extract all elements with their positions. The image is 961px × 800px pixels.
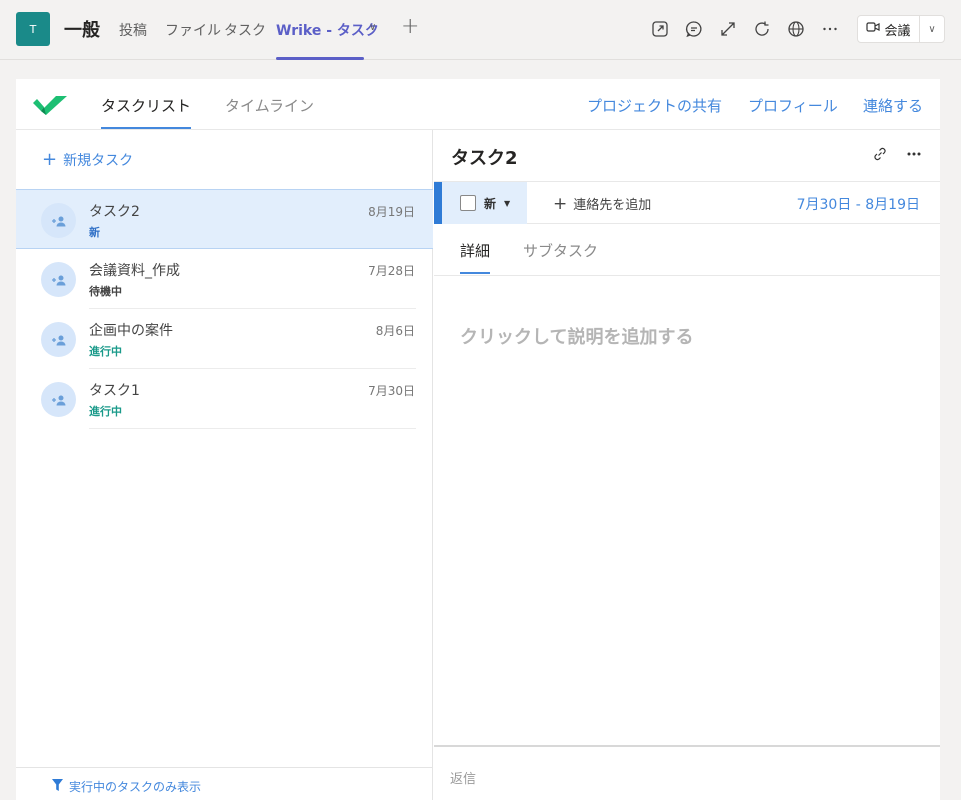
- teams-header: T 一般 投稿 ファイル タスク Wrike - タスク ∨ + 会議 ∨: [0, 0, 961, 60]
- task-date: 8月19日: [368, 205, 415, 219]
- status-accent: [434, 182, 442, 224]
- task-list-panel: + 新規タスク タスク2 8月19日 新 会議資料_作成 7月28日 待機中 企…: [16, 130, 433, 800]
- active-tab-indicator: [101, 127, 191, 129]
- channel-title: 一般: [64, 20, 100, 41]
- new-task-button[interactable]: + 新規タスク: [42, 150, 133, 170]
- filter-icon: [52, 778, 63, 795]
- status-label: 新: [484, 196, 497, 211]
- tab-tasks[interactable]: タスク: [224, 20, 266, 40]
- filter-active-tasks-button[interactable]: 実行中のタスクのみ表示: [52, 778, 201, 795]
- assign-user-icon[interactable]: [41, 322, 76, 357]
- task-row[interactable]: タスク2 8月19日 新: [16, 189, 433, 249]
- task-date: 8月6日: [375, 324, 415, 338]
- globe-icon[interactable]: [786, 19, 806, 39]
- assign-user-icon[interactable]: [41, 382, 76, 417]
- task-status-bar: 新 ▼ + 連絡先を追加 7月30日 - 8月19日: [434, 181, 940, 224]
- meet-label: 会議: [884, 23, 911, 39]
- tabs-divider: [434, 275, 940, 276]
- wrike-app: タスクリスト タイムライン プロジェクトの共有 プロフィール 連絡する + 新規…: [16, 79, 940, 800]
- plus-icon: +: [42, 149, 58, 170]
- status-dropdown[interactable]: 新 ▼: [442, 182, 527, 224]
- task-row[interactable]: タスク1 7月30日 進行中: [16, 369, 433, 429]
- tab-subtasks[interactable]: サブタスク: [523, 240, 598, 261]
- task-status: 待機中: [89, 285, 122, 298]
- detail-title[interactable]: タスク2: [451, 144, 518, 170]
- reply-input[interactable]: 返信: [450, 768, 476, 787]
- popout-icon[interactable]: [650, 19, 670, 39]
- meet-button[interactable]: 会議 ∨: [857, 15, 945, 43]
- task-status: 進行中: [89, 345, 122, 358]
- team-avatar-letter: T: [29, 22, 37, 36]
- active-tab-indicator: [276, 57, 364, 60]
- description-field[interactable]: クリックして説明を追加する: [460, 323, 693, 349]
- tab-timeline[interactable]: タイムライン: [225, 95, 314, 116]
- chat-icon[interactable]: [684, 19, 704, 39]
- footer-divider: [16, 767, 433, 768]
- filter-label: 実行中のタスクのみ表示: [69, 780, 202, 794]
- task-detail-panel: タスク2 新 ▼ + 連絡先を追加 7月30日 - 8月19日 詳細 サブタスク…: [434, 130, 940, 800]
- task-title: 会議資料_作成: [89, 263, 180, 279]
- task-title: タスク2: [89, 204, 140, 220]
- row-divider: [89, 428, 416, 429]
- add-contact-button[interactable]: + 連絡先を追加: [553, 194, 651, 213]
- new-task-label: 新規タスク: [63, 153, 134, 169]
- profile-link[interactable]: プロフィール: [748, 95, 838, 116]
- expand-icon[interactable]: [718, 19, 738, 39]
- tab-task-list[interactable]: タスクリスト: [101, 95, 191, 116]
- reply-divider: [434, 745, 940, 747]
- active-tab-indicator: [460, 272, 490, 274]
- assign-user-icon[interactable]: [41, 262, 76, 297]
- tab-details[interactable]: 詳細: [460, 240, 490, 261]
- date-range[interactable]: 7月30日 - 8月19日: [797, 194, 920, 214]
- tab-files[interactable]: ファイル: [165, 20, 221, 40]
- add-contact-label: 連絡先を追加: [573, 198, 652, 213]
- refresh-icon[interactable]: [752, 19, 772, 39]
- more-options-icon[interactable]: [906, 146, 922, 162]
- link-icon[interactable]: [872, 146, 888, 162]
- contact-link[interactable]: 連絡する: [863, 95, 923, 116]
- assign-user-icon[interactable]: [41, 203, 76, 238]
- chevron-down-icon[interactable]: ∨: [369, 22, 376, 33]
- more-options-icon[interactable]: [820, 19, 840, 39]
- task-status: 進行中: [89, 405, 122, 418]
- video-camera-icon: [866, 21, 881, 37]
- task-date: 7月30日: [368, 384, 415, 398]
- task-title: 企画中の案件: [89, 323, 173, 339]
- plus-icon: +: [553, 193, 568, 214]
- meet-dropdown-chevron-icon[interactable]: ∨: [920, 24, 944, 35]
- add-tab-icon[interactable]: +: [401, 14, 419, 39]
- task-row[interactable]: 会議資料_作成 7月28日 待機中: [16, 249, 433, 309]
- app-toolbar: タスクリスト タイムライン プロジェクトの共有 プロフィール 連絡する: [16, 79, 940, 130]
- meet-main-button[interactable]: 会議: [858, 16, 920, 42]
- share-project-link[interactable]: プロジェクトの共有: [587, 95, 722, 116]
- task-date: 7月28日: [368, 264, 415, 278]
- complete-checkbox[interactable]: [460, 195, 476, 211]
- task-title: タスク1: [89, 383, 140, 399]
- team-avatar[interactable]: T: [16, 12, 50, 46]
- tab-posts[interactable]: 投稿: [119, 20, 147, 40]
- task-row[interactable]: 企画中の案件 8月6日 進行中: [16, 309, 433, 369]
- tab-wrike-tasks[interactable]: Wrike - タスク: [276, 20, 379, 40]
- wrike-logo-icon: [32, 93, 68, 119]
- task-status: 新: [89, 226, 100, 239]
- caret-down-icon: ▼: [504, 198, 511, 208]
